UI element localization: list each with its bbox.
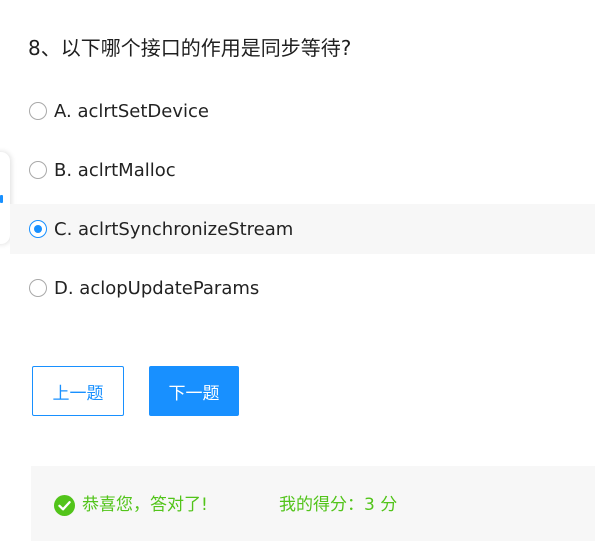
radio-button[interactable] xyxy=(29,279,47,297)
quiz-page: 8、以下哪个接口的作用是同步等待? A. aclrtSetDevice B. a… xyxy=(0,0,595,559)
question-title: 8、以下哪个接口的作用是同步等待? xyxy=(28,36,352,60)
radio-dot xyxy=(34,225,42,233)
option-c[interactable]: C. aclrtSynchronizeStream xyxy=(10,204,595,254)
next-question-button[interactable]: 下一题 xyxy=(149,366,239,416)
result-message: 恭喜您，答对了! xyxy=(82,495,208,515)
answer-options: A. aclrtSetDevice B. aclrtMalloc C. aclr… xyxy=(10,86,595,322)
option-label: B. aclrtMalloc xyxy=(54,159,176,181)
check-circle-icon xyxy=(54,495,75,516)
option-b[interactable]: B. aclrtMalloc xyxy=(10,145,595,195)
radio-button[interactable] xyxy=(29,102,47,120)
option-label: A. aclrtSetDevice xyxy=(54,100,209,122)
radio-button-selected[interactable] xyxy=(29,220,47,238)
option-label: C. aclrtSynchronizeStream xyxy=(54,218,294,240)
option-a[interactable]: A. aclrtSetDevice xyxy=(10,86,595,136)
option-d[interactable]: D. aclopUpdateParams xyxy=(10,263,595,313)
side-drawer-tab[interactable] xyxy=(0,152,10,244)
score-text: 我的得分：3 分 xyxy=(279,495,398,515)
radio-button[interactable] xyxy=(29,161,47,179)
option-label: D. aclopUpdateParams xyxy=(54,277,260,299)
prev-question-button[interactable]: 上一题 xyxy=(32,366,124,416)
side-tab-indicator xyxy=(0,195,3,203)
result-panel: 恭喜您，答对了! 我的得分：3 分 xyxy=(31,466,595,541)
